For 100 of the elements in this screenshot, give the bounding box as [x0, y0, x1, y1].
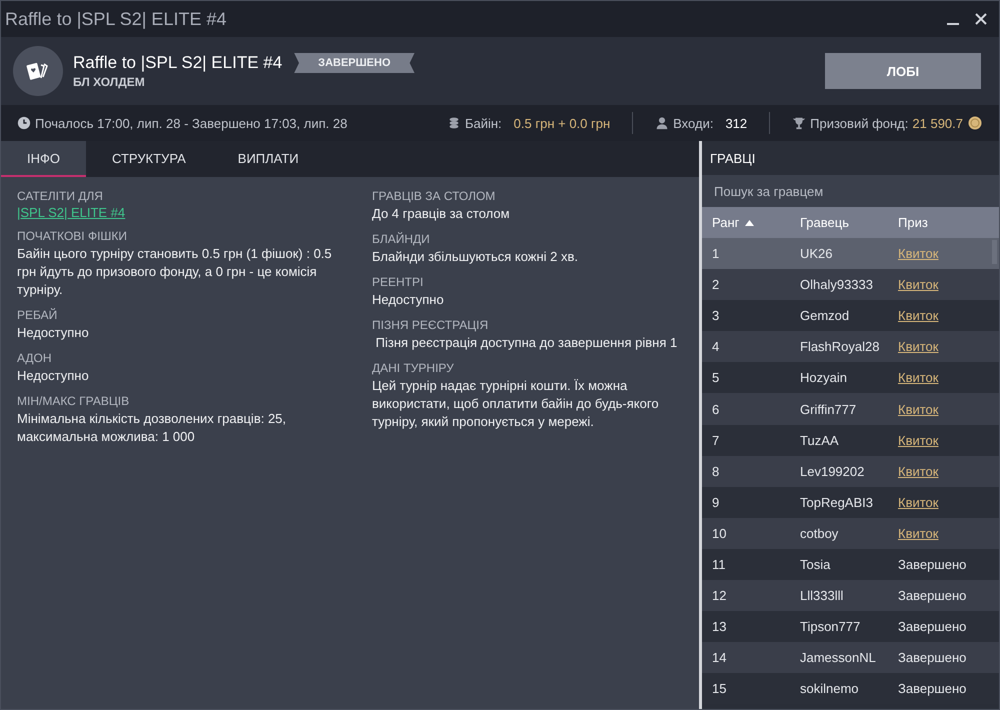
player-name-cell-text: TuzAA	[800, 432, 840, 448]
rank-cell-text: 3	[712, 308, 720, 324]
buyin-label: Байін:	[464, 116, 502, 130]
trophy-icon	[792, 116, 806, 130]
rank-cell-text: 2	[712, 277, 720, 292]
player-row[interactable]: 12 Lll333lll Завершено	[702, 580, 999, 612]
info-value: Недоступно	[372, 291, 445, 309]
buyin-value: 0.5 грн + 0.0 грн	[514, 116, 610, 130]
rank-cell-text: 1	[712, 246, 720, 262]
player-name-cell-text: JamessonNL	[800, 650, 877, 666]
info-value: Недоступно	[17, 367, 90, 385]
info-value: Байін цього турніру становить 0.5 грн (1 фішок) : 0.5 грн йдуть до призового фонду, а 0 грн - це комісія турніру.	[17, 245, 333, 299]
rank-cell-text: 14	[712, 650, 728, 666]
rank-cell-text: 5	[712, 370, 720, 386]
player-name-cell-text: TopRegABI3	[800, 494, 874, 510]
info-value: Блайнди збільшуються кожні 2 хв.	[372, 248, 580, 266]
player-row[interactable]: 8 Lev199202 Квиток	[702, 456, 999, 487]
rank-cell-text: 13	[712, 619, 728, 634]
info-label: МІН/МАКС ГРАВЦІВ	[17, 394, 130, 408]
prize-cell-text: Завершено	[898, 619, 968, 634]
column-header[interactable]: Гравець	[800, 215, 849, 230]
tab[interactable]: СТРУКТУРА	[86, 141, 212, 177]
tournament-time: Почалось 17:00, лип. 28 - Завершено 17:03, лип. 28	[35, 116, 348, 130]
player-row[interactable]: 4 FlashRoyal28 Квиток	[702, 331, 999, 362]
info-value: Пізня реєстрація доступна до завершення рівня 1	[374, 334, 678, 352]
ticket-link[interactable]: Квиток	[898, 464, 938, 479]
ticket-link[interactable]: Квиток	[898, 277, 938, 292]
player-row[interactable]: 2 Olhaly93333 Квиток	[702, 269, 999, 300]
player-row[interactable]: 10 cotboy Квиток	[702, 518, 999, 549]
rank-cell-text: 7	[712, 432, 720, 448]
rank-cell-text: 10	[712, 526, 728, 541]
rank-cell-text: 6	[712, 402, 720, 417]
coins-icon	[446, 116, 461, 130]
column-header[interactable]: Приз	[898, 215, 928, 230]
player-name-cell-text: FlashRoyal28	[800, 339, 880, 354]
player-search-field[interactable]: Пошук за гравцем	[702, 175, 999, 207]
lobby-button[interactable]: ЛОБІ	[825, 53, 981, 89]
close-button[interactable]	[973, 11, 989, 27]
player-name-cell-text: Lll333lll	[800, 588, 844, 604]
player-name-cell-text: Tipson777	[800, 619, 862, 634]
info-label: РЕЕНТРІ	[372, 275, 424, 289]
info-label: ГРАВЦІВ ЗА СТОЛОМ	[372, 189, 496, 203]
rank-cell-text: 12	[712, 588, 728, 604]
player-name-cell-text: sokilnemo	[800, 681, 860, 696]
window-title: Raffle to |SPL S2| ELITE #4	[5, 8, 226, 30]
rank-cell-text: 15	[712, 681, 728, 696]
close-icon	[975, 13, 987, 25]
info-label: ПІЗНЯ РЕЄСТРАЦІЯ	[372, 318, 490, 332]
player-name-cell-text: Tosia	[800, 556, 832, 572]
ticket-link[interactable]: Квиток	[898, 432, 938, 448]
info-label: РЕБАЙ	[17, 308, 58, 322]
tab[interactable]: ІНФО	[1, 141, 86, 177]
info-label: БЛАЙНДИ	[372, 232, 431, 246]
player-name-cell-text: Hozyain	[800, 370, 848, 386]
rank-cell-text: 11	[712, 556, 726, 572]
ticket-link[interactable]: Квиток	[898, 402, 938, 417]
player-name-cell-text: cotboy	[800, 526, 840, 541]
prize-cell-text: Завершено	[898, 681, 968, 696]
entries-label: Входи:	[673, 116, 714, 130]
player-name-cell-text: Gemzod	[800, 308, 850, 324]
entries-value: 312	[725, 116, 748, 130]
prize-cell-text: Завершено	[898, 588, 968, 604]
status-ribbon: ЗАВЕРШЕНО	[294, 53, 415, 73]
info-label: ПОЧАТКОВІ ФІШКИ	[17, 229, 128, 243]
player-name-cell-text: Lev199202	[800, 464, 866, 479]
player-name-cell-text: Griffin777	[800, 402, 858, 417]
rank-cell-text: 8	[712, 464, 720, 479]
info-label: САТЕЛІТИ ДЛЯ	[17, 189, 104, 203]
ticket-link[interactable]: Квиток	[898, 494, 938, 510]
tournament-title: Raffle to |SPL S2| ELITE #4	[73, 53, 282, 73]
player-name-cell-text: Olhaly93333	[800, 277, 874, 292]
info-label: АДОН	[17, 351, 53, 365]
minimize-icon	[947, 23, 959, 25]
cards-logo	[13, 46, 63, 96]
column-header[interactable]: Ранг	[712, 215, 740, 230]
info-value: Цей турнір надає турнірні кошти. Їх можна використати, щоб оплатити байін до будь-якого турніру, який пропонується у мережі.	[372, 377, 660, 431]
coin-icon	[967, 115, 983, 131]
ticket-link[interactable]: Квиток	[898, 339, 938, 354]
prize-pool-label: Призовий фонд:	[810, 116, 908, 130]
player-row[interactable]: 1 UK26 Квиток	[702, 238, 999, 270]
player-row[interactable]: 6 Griffin777 Квиток	[702, 393, 999, 425]
tab[interactable]: ВИПЛАТИ	[212, 141, 325, 177]
rank-cell-text: 4	[712, 339, 720, 354]
player-row[interactable]: 14 JamessonNL Завершено	[702, 642, 999, 674]
prize-pool-value: 21 590.7	[912, 116, 963, 130]
ticket-link[interactable]: Квиток	[898, 526, 938, 541]
game-type: БЛ ХОЛДЕМ	[73, 75, 146, 89]
clock-icon	[17, 116, 31, 130]
ticket-link[interactable]: Квиток	[898, 370, 938, 386]
info-label: ДАНІ ТУРНІРУ	[372, 361, 455, 375]
info-value: Недоступно	[17, 324, 90, 342]
info-value: Мінімальна кількість дозволених гравців: 25, максимальна можлива: 1 000	[17, 410, 288, 446]
ticket-link[interactable]: Квиток	[898, 308, 938, 324]
info-value: До 4 гравців за столом	[372, 205, 511, 223]
prize-cell-text: Завершено	[898, 556, 968, 572]
prize-cell-text: Завершено	[898, 650, 968, 666]
person-icon	[655, 116, 670, 130]
player-name-cell-text: UK26	[800, 246, 834, 262]
satellite-link[interactable]: |SPL S2| ELITE #4	[17, 205, 126, 220]
rank-cell-text: 9	[712, 494, 720, 510]
